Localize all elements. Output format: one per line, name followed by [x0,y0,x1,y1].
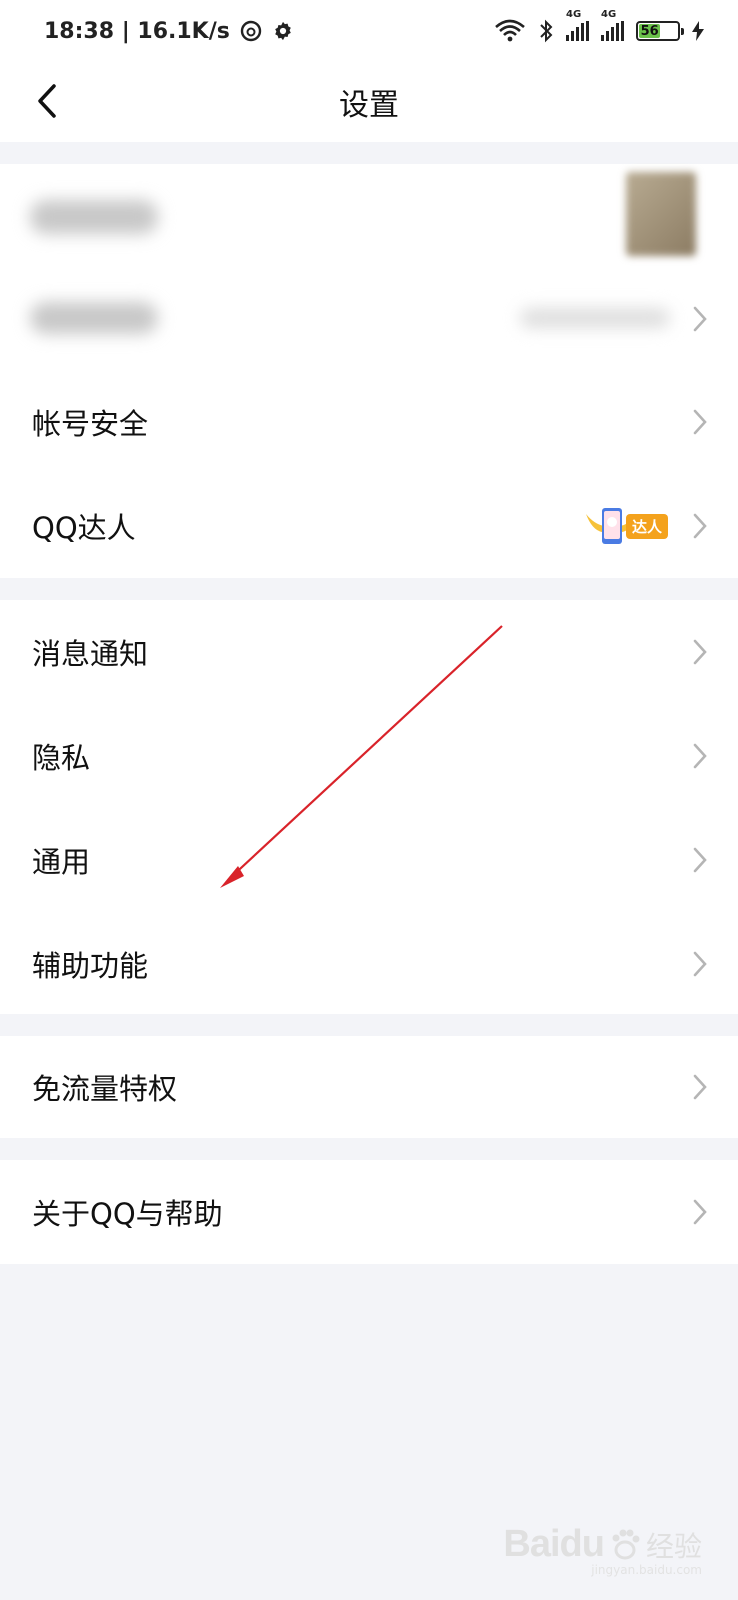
status-right: 4G 4G 56 [494,9,704,43]
blurred-name [30,200,158,234]
chevron-right-icon [693,847,707,873]
row-about-help[interactable]: 关于QQ与帮助 [0,1160,738,1264]
chevron-right-icon [693,1199,707,1225]
chevron-right-icon [693,1074,707,1100]
daren-badge: 达人 [584,502,672,550]
chevron-right-icon [693,743,707,769]
about-section: 关于QQ与帮助 [0,1160,738,1264]
row-general[interactable]: 通用 [0,808,738,912]
row-label: 通用 [32,845,91,879]
back-arrow-icon [38,84,56,118]
baidu-jingyan-watermark: Baidu 经验 jingyan.baidu.com [503,1523,702,1577]
charging-bolt-icon [692,21,704,41]
paw-icon [612,1529,640,1559]
account-section: 帐号安全 QQ达人 达人 [0,370,738,578]
data-section: 免流量特权 [0,1036,738,1138]
status-time: 18:38 | 16.1K/s [44,18,230,44]
profile-section [0,164,738,370]
row-label: 关于QQ与帮助 [32,1197,223,1231]
battery-icon: 56 [636,21,684,41]
row-account-security[interactable]: 帐号安全 [0,370,738,474]
row-free-data-privilege[interactable]: 免流量特权 [0,1036,738,1138]
chevron-right-icon [693,306,707,332]
row-label: 隐私 [32,741,91,775]
settings-gear-icon [275,21,291,41]
status-left: 18:38 | 16.1K/s [44,19,294,44]
bluetooth-icon [540,19,553,43]
avatar [626,172,696,256]
back-button[interactable] [22,76,72,126]
row-label: 消息通知 [32,637,149,671]
signal-4g-icon-1: 4G [566,9,589,41]
row-label: 辅助功能 [32,949,149,983]
general-section: 消息通知 隐私 通用 辅助功能 [0,600,738,1014]
page-title: 设置 [339,88,399,123]
chevron-right-icon [693,639,707,665]
status-bar: 18:38 | 16.1K/s 4G 4G 56 [0,0,738,62]
row-qq-daren[interactable]: QQ达人 达人 [0,474,738,578]
row-label: QQ达人 [32,511,136,545]
row-notifications[interactable]: 消息通知 [0,600,738,704]
nav-bar: 设置 [0,62,738,142]
chevron-right-icon [693,513,707,539]
chevron-right-icon [693,951,707,977]
blurred-account [30,302,158,334]
row-label: 免流量特权 [32,1072,178,1106]
watermark-cn: 经验 [645,1529,702,1563]
row-privacy[interactable]: 隐私 [0,704,738,808]
blurred-account-value [520,308,670,328]
netease-music-icon [240,20,262,42]
wifi-icon [495,19,525,42]
watermark-brand: Baidu [503,1523,605,1565]
watermark-url: jingyan.baidu.com [591,1563,702,1577]
profile-row[interactable] [0,164,738,268]
row-accessibility[interactable]: 辅助功能 [0,912,738,1016]
battery-level: 56 [639,23,661,39]
signal-4g-icon-2: 4G [601,9,624,41]
account-row[interactable] [0,268,738,370]
row-label: 帐号安全 [32,407,149,441]
badge-label: 达人 [625,514,668,539]
chevron-right-icon [693,409,707,435]
